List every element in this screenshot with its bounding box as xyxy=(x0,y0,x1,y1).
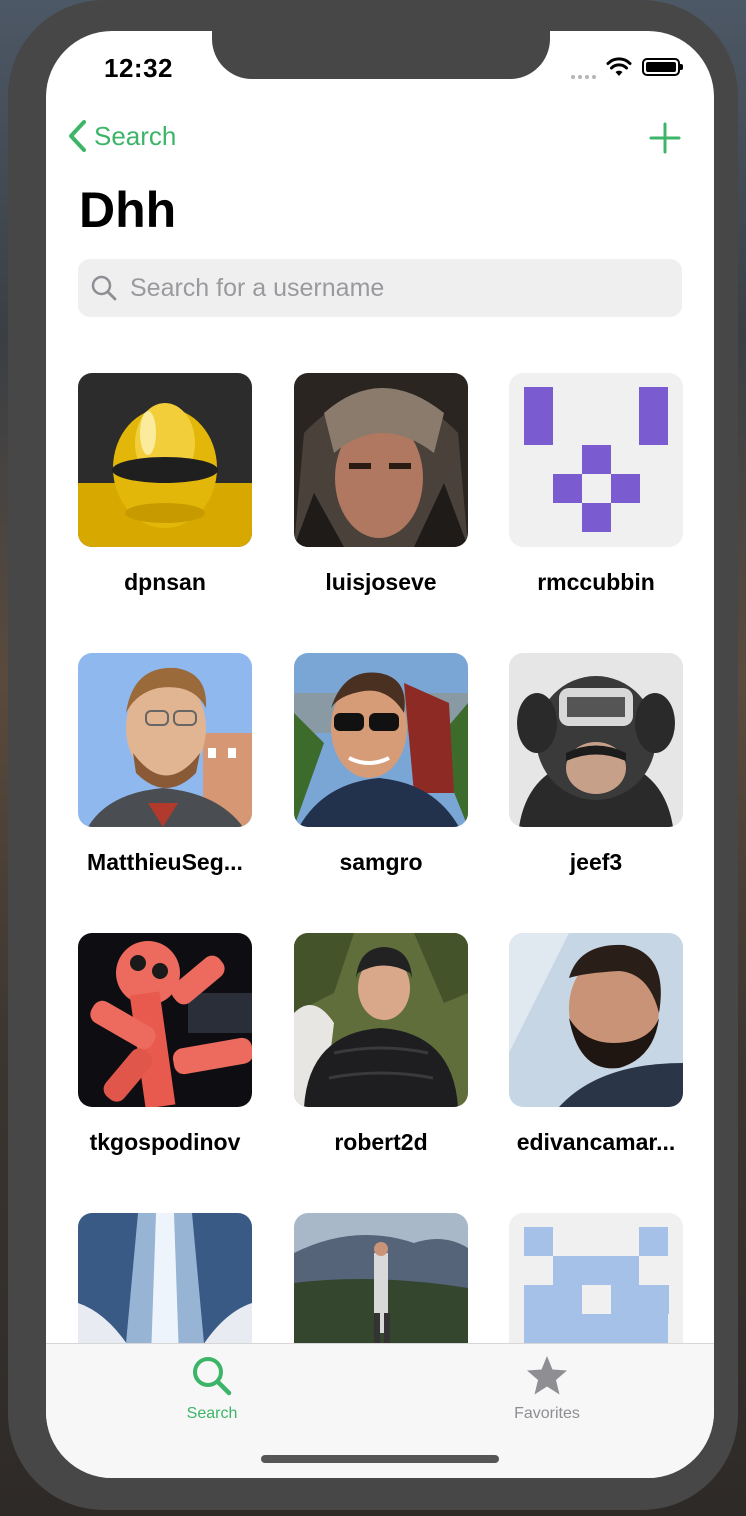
chevron-left-icon xyxy=(69,120,86,152)
user-card[interactable]: edivancamar... xyxy=(509,933,683,1156)
username-label: MatthieuSeg... xyxy=(87,849,243,875)
search-bar[interactable] xyxy=(78,259,682,317)
user-card[interactable]: jeef3 xyxy=(509,653,683,876)
battery-icon xyxy=(642,58,683,76)
search-icon xyxy=(91,275,117,301)
back-button-label: Search xyxy=(94,120,177,151)
search-input[interactable] xyxy=(128,272,652,304)
avatar xyxy=(294,653,468,827)
tab-search[interactable]: Search xyxy=(142,1354,282,1423)
user-card[interactable]: robert2d xyxy=(294,933,468,1156)
avatar xyxy=(509,373,683,547)
status-indicators xyxy=(571,55,683,79)
user-card[interactable]: rmccubbin xyxy=(509,373,683,596)
avatar xyxy=(78,373,252,547)
app-screen: 12:32 Search Dhh Search for a username d… xyxy=(46,31,714,1478)
username-label: jeef3 xyxy=(569,849,623,875)
tab-favorites[interactable]: Favorites xyxy=(477,1354,617,1423)
username-label: rmccubbin xyxy=(537,569,655,595)
username-label: tkgospodinov xyxy=(89,1129,241,1155)
user-card[interactable]: dpnsan xyxy=(78,373,252,596)
back-button[interactable]: Search xyxy=(66,119,176,153)
search-icon xyxy=(193,1357,232,1396)
avatar xyxy=(294,373,468,547)
user-card[interactable]: luisjoseve xyxy=(294,373,468,596)
tab-favorites-label: Favorites xyxy=(514,1405,580,1422)
wifi-icon xyxy=(606,57,632,76)
avatar xyxy=(509,933,683,1107)
notch xyxy=(212,31,550,79)
avatar xyxy=(78,653,252,827)
avatar xyxy=(78,933,252,1107)
signal-icon xyxy=(571,55,596,79)
star-icon xyxy=(527,1356,567,1395)
user-card[interactable]: tkgospodinov xyxy=(78,933,252,1156)
user-card[interactable]: samgro xyxy=(294,653,468,876)
username-label: luisjoseve xyxy=(325,569,437,595)
username-label: dpnsan xyxy=(124,569,206,595)
tab-search-label: Search xyxy=(186,1405,238,1422)
home-indicator[interactable] xyxy=(261,1455,499,1463)
username-label: samgro xyxy=(339,849,423,875)
user-card[interactable]: MatthieuSeg... xyxy=(78,653,252,876)
add-icon[interactable] xyxy=(648,121,682,155)
page-title: Dhh xyxy=(79,182,177,238)
device-frame: 12:32 Search Dhh Search for a username d… xyxy=(8,0,738,1510)
avatar xyxy=(294,933,468,1107)
username-label: robert2d xyxy=(334,1129,428,1155)
username-label: edivancamar... xyxy=(516,1129,676,1155)
avatar xyxy=(509,653,683,827)
status-time: 12:32 xyxy=(104,53,173,83)
